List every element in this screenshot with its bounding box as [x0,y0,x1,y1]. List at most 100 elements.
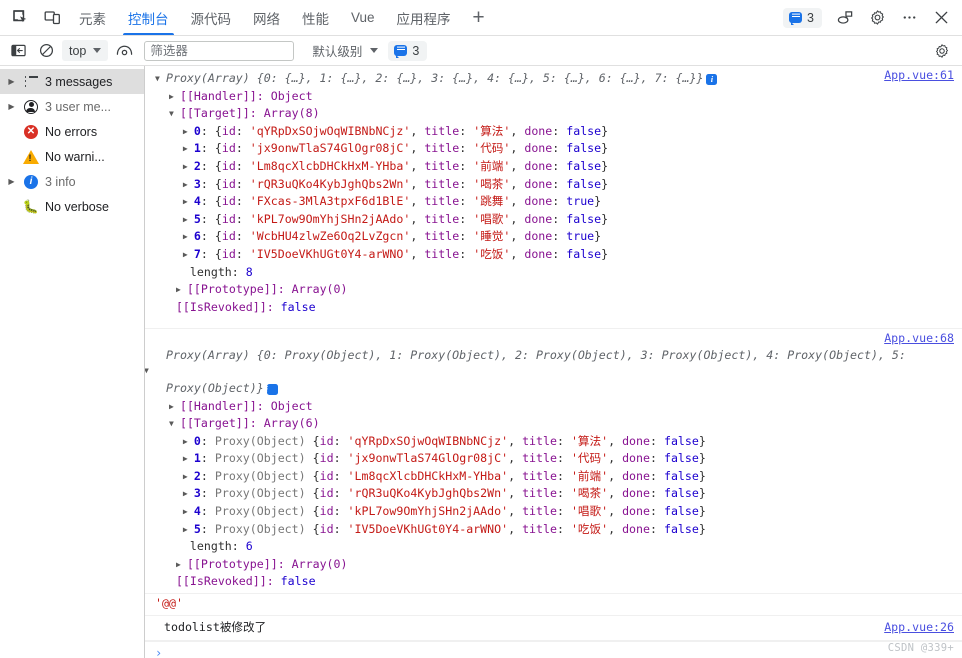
array-item-row[interactable]: 2: Proxy(Object) {id: 'Lm8qcXlcbDHCkHxM-… [145,468,962,486]
item-index: 4 [193,194,201,209]
source-link[interactable]: App.vue:26 [884,620,954,634]
array-item-row[interactable]: 3: {id: 'rQR3uQKo4KybJghQbs2Wn', title: … [145,176,962,194]
device-toolbar-icon[interactable] [36,0,68,35]
expand-triangle-icon[interactable] [183,176,194,194]
close-icon[interactable] [926,3,956,33]
info-badge-icon[interactable]: i [706,74,718,85]
console-entry[interactable]: App.vue:61 Proxy(Array) {0: {…}, 1: {…},… [145,66,962,318]
console-entry[interactable]: '@@' [145,594,962,615]
info-icon: i [19,174,43,189]
array-item-row[interactable]: 3: Proxy(Object) {id: 'rQR3uQKo4KybJghQb… [145,485,962,503]
collapse-triangle-icon[interactable] [155,70,166,88]
expand-arrow-icon[interactable]: ▶ [4,177,19,186]
expand-triangle-icon[interactable] [183,158,194,176]
expand-triangle-icon[interactable] [183,211,194,229]
tab-sources[interactable]: 源代码 [180,0,243,35]
settings-gear-icon[interactable] [862,3,892,33]
console-prompt-input[interactable] [162,646,962,658]
collapse-triangle-icon[interactable] [169,415,180,433]
toolbar-message-count-chip[interactable]: 3 [388,40,428,61]
expand-triangle-icon[interactable] [183,193,194,211]
expand-triangle-icon[interactable] [183,246,194,264]
array-item-row[interactable]: 5: {id: 'kPL7ow9OmYhjSHn2jAAdo', title: … [145,211,962,229]
log-header-line[interactable]: Proxy(Array) {0: Proxy(Object), 1: Proxy… [145,333,962,397]
console-prompt-row[interactable]: › [145,641,962,658]
tab-elements[interactable]: 元素 [68,0,117,35]
source-link[interactable]: App.vue:61 [884,68,954,82]
handler-label: [[Handler]]: Object [179,398,313,413]
handler-line[interactable]: [[Handler]]: Object [145,88,962,106]
console-settings-icon[interactable] [928,38,956,64]
prototype-line[interactable]: [[Prototype]]: Array(0) [145,281,962,299]
target-line[interactable]: [[Target]]: Array(8) [145,105,962,123]
item-done: false [663,504,699,519]
expand-triangle-icon[interactable] [183,468,194,486]
array-item-row[interactable]: 1: {id: 'jx9onwTlaS74GlOgr08jC', title: … [145,140,962,158]
sidebar-item-warnings[interactable]: ▶ No warni... [0,144,144,169]
tab-performance[interactable]: 性能 [291,0,340,35]
inspect-element-icon[interactable] [4,0,36,35]
array-item-row[interactable]: 1: Proxy(Object) {id: 'jx9onwTlaS74GlOgr… [145,450,962,468]
context-label: top [69,43,87,58]
array-item-row[interactable]: 0: {id: 'qYRpDxSOjwOqWIBNbNCjz', title: … [145,123,962,141]
live-expression-icon[interactable] [110,38,138,64]
expand-triangle-icon[interactable] [183,450,194,468]
array-item-row[interactable]: 2: {id: 'Lm8qcXlcbDHCkHxM-YHba', title: … [145,158,962,176]
array-item-row[interactable]: 0: Proxy(Object) {id: 'qYRpDxSOjwOqWIBNb… [145,433,962,451]
tab-application[interactable]: 应用程序 [386,0,462,35]
sidebar-item-errors[interactable]: ▶ ✕ No errors [0,119,144,144]
expand-arrow-icon[interactable]: ▶ [4,102,19,111]
sidebar-item-messages[interactable]: ▶ 3 messages [0,69,144,94]
console-log-area[interactable]: App.vue:61 Proxy(Array) {0: {…}, 1: {…},… [145,66,962,658]
console-entry[interactable]: App.vue:68 Proxy(Array) {0: Proxy(Object… [145,328,962,595]
sidebar-item-user-messages[interactable]: ▶ 3 user me... [0,94,144,119]
tab-console[interactable]: 控制台 [117,0,180,35]
log-level-selector[interactable]: 默认级别 [312,41,379,60]
item-done: true [566,194,595,209]
expand-triangle-icon[interactable] [183,485,194,503]
console-entry[interactable]: App.vue:26 todolist被修改了 [145,614,962,642]
filter-input[interactable] [144,40,295,61]
item-index: 1 [193,451,201,466]
prototype-line[interactable]: [[Prototype]]: Array(0) [145,556,962,574]
tab-network[interactable]: 网络 [242,0,291,35]
log-header-line[interactable]: Proxy(Array) {0: {…}, 1: {…}, 2: {…}, 3:… [145,70,962,88]
expand-triangle-icon[interactable] [183,521,194,539]
item-id: kPL7ow9OmYhjSHn2jAAdo [256,211,404,226]
cast-icon[interactable] [830,3,860,33]
target-line[interactable]: [[Target]]: Array(6) [145,415,962,433]
add-tab-button[interactable]: + [462,0,496,35]
expand-triangle-icon[interactable] [183,228,194,246]
array-item-row[interactable]: 7: {id: 'IV5DoeVKhUGt0Y4-arWNO', title: … [145,246,962,264]
collapse-triangle-icon[interactable] [169,105,180,123]
expand-triangle-icon[interactable] [176,281,187,299]
tab-vue[interactable]: Vue [340,0,386,35]
source-link[interactable]: App.vue:68 [884,331,954,345]
execution-context-selector[interactable]: top [62,40,109,61]
array-item-row[interactable]: 4: Proxy(Object) {id: 'kPL7ow9OmYhjSHn2j… [145,503,962,521]
more-options-icon[interactable] [894,3,924,33]
array-item-row[interactable]: 4: {id: 'FXcas-3MlA3tpxF6d1BlE', title: … [145,193,962,211]
item-done: false [566,211,602,226]
expand-triangle-icon[interactable] [183,433,194,451]
collapse-triangle-icon[interactable] [155,362,166,380]
expand-triangle-icon[interactable] [183,140,194,158]
sidebar-item-verbose[interactable]: ▶ 🐛 No verbose [0,194,144,219]
message-count-chip[interactable]: 3 [783,7,822,28]
array-item-row[interactable]: 5: Proxy(Object) {id: 'IV5DoeVKhUGt0Y4-a… [145,521,962,539]
item-index: 2 [193,158,201,173]
show-console-sidebar-icon[interactable] [4,38,32,64]
expand-triangle-icon[interactable] [183,123,194,141]
handler-line[interactable]: [[Handler]]: Object [145,398,962,416]
expand-triangle-icon[interactable] [176,556,187,574]
sidebar-item-info[interactable]: ▶ i 3 info [0,169,144,194]
sidebar-item-label: No warni... [45,149,105,164]
expand-arrow-icon[interactable]: ▶ [4,77,19,86]
array-item-row[interactable]: 6: {id: 'WcbHU4zlwZe6Oq2LvZgcn', title: … [145,228,962,246]
expand-triangle-icon[interactable] [183,503,194,521]
clear-console-icon[interactable] [32,38,60,64]
expand-triangle-icon[interactable] [169,398,180,416]
item-id: jx9onwTlaS74GlOgr08jC [256,141,404,156]
info-badge-icon[interactable]: i [266,383,278,395]
expand-triangle-icon[interactable] [169,88,180,106]
